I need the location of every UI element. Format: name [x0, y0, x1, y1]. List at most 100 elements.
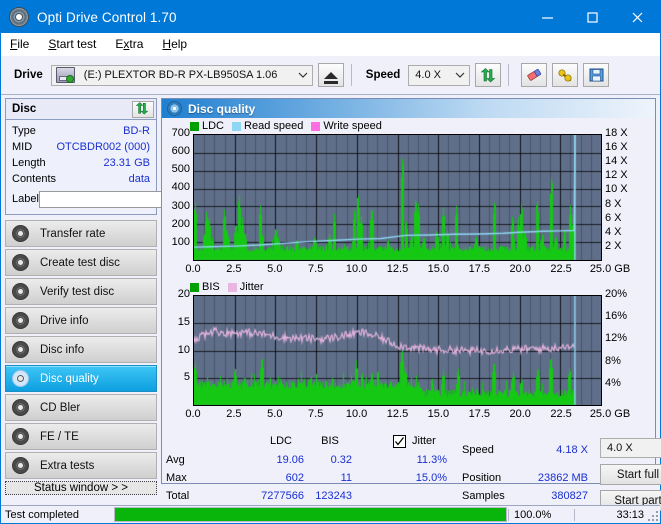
legend-item: LDC — [190, 120, 224, 132]
disc-dark-icon — [12, 225, 29, 242]
chevron-down-icon — [294, 72, 312, 79]
sidebar-item-fe-te[interactable]: FE / TE — [5, 423, 157, 450]
avg-ldc-value: 19.06 — [276, 454, 304, 466]
disc-dark-icon — [12, 428, 29, 445]
eject-button[interactable] — [317, 63, 344, 87]
disc-row-type: Type BD-R — [12, 123, 150, 139]
disc-row-length-key: Length — [12, 157, 46, 169]
menu-extra[interactable]: Extra — [115, 37, 143, 51]
sidebar-item-disc-quality[interactable]: Disc quality — [5, 365, 157, 392]
samples-stat-label: Samples — [462, 490, 505, 502]
tools-button[interactable] — [552, 63, 579, 87]
axis-tick-label: 10.0 — [345, 263, 368, 275]
legend-swatch-icon — [227, 282, 237, 292]
test-speed-select[interactable]: 4.0 X — [600, 438, 661, 458]
stats-row-total: Total — [166, 490, 190, 502]
axis-tick-label: 4 X — [605, 225, 622, 238]
axis-tick-label: 15 — [177, 315, 190, 328]
legend-item: Write speed — [311, 120, 382, 132]
legend-item: Read speed — [232, 120, 303, 132]
disc-panel-title: Disc — [12, 103, 37, 115]
disc-panel: Disc Type BD-R MID OTCBDR002 (000) Lengt… — [5, 98, 244, 215]
disc-white-icon — [12, 370, 29, 387]
axis-tick-label: 2.5 — [226, 408, 242, 420]
disc-row-contents-value: data — [128, 173, 150, 185]
sidebar-item-label: Disc info — [40, 343, 85, 356]
axis-tick-label: 15.0 — [427, 263, 450, 275]
stats-row-avg: Avg — [166, 454, 185, 466]
axis-tick-label: 15.0 — [427, 408, 450, 420]
position-stat-value: 23862 MB — [537, 472, 588, 484]
menu-file[interactable]: File — [10, 37, 29, 51]
sidebar-item-verify-test-disc[interactable]: Verify test disc — [5, 278, 157, 305]
axis-tick-label: 12.5 — [386, 408, 409, 420]
disc-row-contents: Contents data — [12, 171, 150, 187]
axis-tick-label: 22.5 — [550, 408, 572, 420]
disc-row-contents-key: Contents — [12, 173, 57, 185]
axis-tick-label: 6 X — [605, 211, 622, 224]
close-icon[interactable] — [615, 1, 660, 33]
bis-chart-legend: BIS Jitter — [190, 281, 272, 293]
legend-swatch-icon — [190, 121, 199, 131]
chevron-down-icon — [451, 72, 469, 79]
sidebar-item-disc-info[interactable]: Disc info — [5, 336, 157, 363]
axis-tick-label: 5.0 — [267, 408, 283, 420]
menu-help[interactable]: Help — [162, 37, 187, 51]
minimize-icon[interactable] — [525, 1, 570, 33]
sidebar-nav: Transfer rate Create test disc Verify te… — [1, 220, 161, 481]
maximize-icon[interactable] — [570, 1, 615, 33]
axis-tick-label: 18 X — [605, 127, 628, 139]
axis-tick-label: 16% — [605, 310, 628, 323]
axis-tick-label: 2.5 — [226, 263, 242, 275]
status-window-button[interactable]: Status window > > — [5, 481, 157, 495]
axis-tick-label: 7.5 — [308, 263, 324, 275]
refresh-arrows-icon — [135, 101, 151, 117]
legend-item: Jitter — [227, 281, 264, 293]
toolbar-divider-1 — [350, 64, 352, 86]
resize-grip-icon[interactable] — [648, 511, 658, 521]
disc-quality-panel: Disc quality LDC Read speed Write speed 10… — [161, 98, 661, 511]
axis-tick-label: 0.0 — [185, 263, 201, 275]
sidebar-item-transfer-rate[interactable]: Transfer rate — [5, 220, 157, 247]
disc-row-length-value: 23.31 GB — [103, 157, 150, 169]
sidebar-item-label: Verify test disc — [40, 285, 115, 298]
samples-stat-value: 380827 — [551, 490, 588, 502]
bis-chart: BIS Jitter 5 10 15 20 4% 8% 12% 16% 20% 0.0 2.5 5.0 7… — [162, 281, 655, 431]
sidebar-item-drive-info[interactable]: Drive info — [5, 307, 157, 334]
sidebar-item-label: Drive info — [40, 314, 89, 327]
axis-tick-label: 7.5 — [308, 408, 324, 420]
save-button[interactable] — [583, 63, 610, 87]
sidebar: Disc Type BD-R MID OTCBDR002 (000) Lengt… — [1, 95, 244, 495]
sidebar-item-label: Disc quality — [40, 372, 99, 385]
stats-row-max: Max — [166, 472, 187, 484]
axis-tick-label: 8% — [605, 354, 621, 367]
disc-quality-icon — [167, 101, 182, 116]
axis-tick-label: 10 X — [605, 183, 628, 196]
disc-row-type-value: BD-R — [123, 125, 150, 137]
sidebar-item-create-test-disc[interactable]: Create test disc — [5, 249, 157, 276]
axis-tick-label: 12% — [605, 332, 628, 345]
sidebar-item-extra-tests[interactable]: Extra tests — [5, 452, 157, 479]
disc-row-length: Length 23.31 GB — [12, 155, 150, 171]
erase-button[interactable] — [521, 63, 548, 87]
legend-swatch-icon — [190, 282, 199, 292]
drive-select[interactable]: (E:) PLEXTOR BD-R PX-LB950SA 1.06 — [50, 64, 313, 86]
speed-select[interactable]: 4.0 X — [408, 64, 471, 86]
axis-tick-label: 12 X — [605, 169, 628, 182]
disc-refresh-button[interactable] — [132, 100, 154, 118]
wrench-icon — [558, 68, 572, 82]
position-stat-label: Position — [462, 472, 502, 484]
axis-tick-label: 8 X — [605, 197, 622, 210]
axis-tick-label: 600 — [171, 145, 190, 158]
menu-start-test[interactable]: Start test — [48, 37, 96, 51]
refresh-button[interactable] — [475, 63, 502, 87]
stats-col-bis: BIS — [321, 435, 339, 447]
app-disc-icon — [9, 7, 29, 27]
start-full-button[interactable]: Start full — [600, 464, 661, 485]
legend-label: BIS — [202, 281, 220, 293]
jitter-checkbox[interactable] — [393, 435, 406, 448]
status-message: Test completed — [5, 508, 79, 521]
sidebar-item-cd-bler[interactable]: CD Bler — [5, 394, 157, 421]
legend-swatch-icon — [311, 121, 321, 131]
avg-bis-value: 0.32 — [330, 454, 352, 466]
